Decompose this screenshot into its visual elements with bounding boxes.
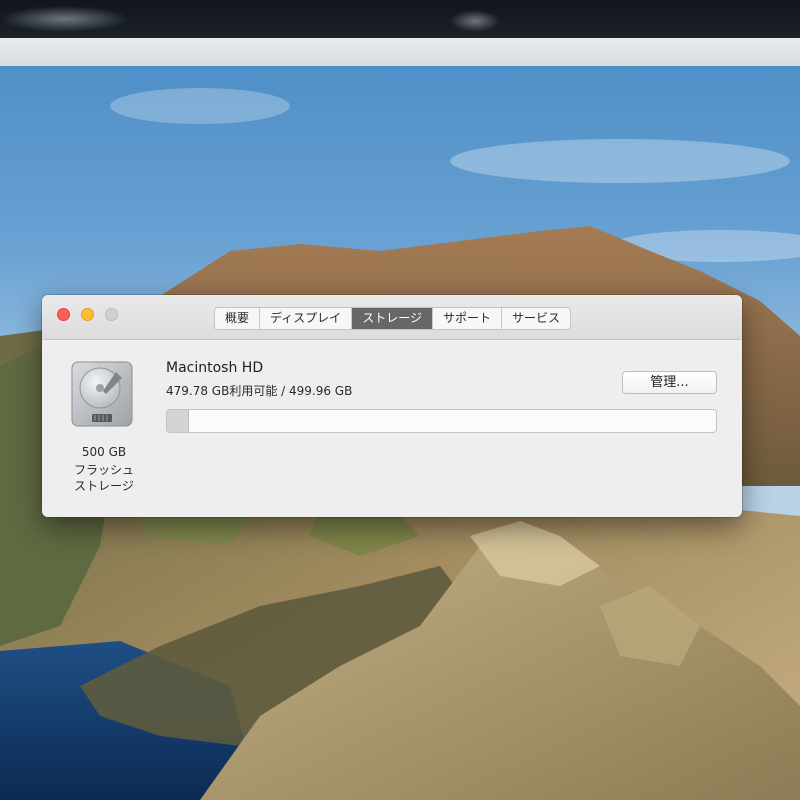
storage-used-fill bbox=[167, 410, 189, 432]
drive-capacity-label: 500 GB bbox=[81, 445, 127, 459]
tab-service[interactable]: サービス bbox=[502, 308, 570, 329]
storage-usage-bar bbox=[166, 409, 717, 433]
manage-button[interactable]: 管理... bbox=[622, 371, 717, 394]
drive-type-label: ストレージ bbox=[74, 479, 134, 493]
tab-support[interactable]: サポート bbox=[433, 308, 502, 329]
storage-pane: 500 GB フラッシュ ストレージ Macintosh HD 479.78 G… bbox=[42, 340, 742, 517]
hard-drive-icon bbox=[71, 361, 133, 427]
tab-overview[interactable]: 概要 bbox=[215, 308, 261, 329]
tab-storage[interactable]: ストレージ bbox=[352, 308, 433, 329]
drive-type-label: フラッシュ bbox=[73, 463, 134, 477]
menu-bar bbox=[0, 38, 800, 66]
screen-glare bbox=[450, 10, 500, 32]
about-this-mac-window: 概要 ディスプレイ ストレージ サポート サービス 500 GB フラッシュ ス… bbox=[42, 295, 742, 517]
screen-glare bbox=[0, 6, 130, 32]
zoom-button[interactable] bbox=[105, 308, 118, 321]
volume-availability: 479.78 GB利用可能 / 499.96 GB bbox=[166, 384, 353, 398]
tab-displays[interactable]: ディスプレイ bbox=[260, 308, 353, 329]
monitor-bezel bbox=[0, 0, 800, 38]
tab-bar: 概要 ディスプレイ ストレージ サポート サービス bbox=[214, 307, 571, 330]
window-titlebar: 概要 ディスプレイ ストレージ サポート サービス bbox=[42, 295, 742, 340]
close-button[interactable] bbox=[57, 308, 70, 321]
volume-name: Macintosh HD bbox=[166, 360, 264, 376]
minimize-button[interactable] bbox=[81, 308, 94, 321]
